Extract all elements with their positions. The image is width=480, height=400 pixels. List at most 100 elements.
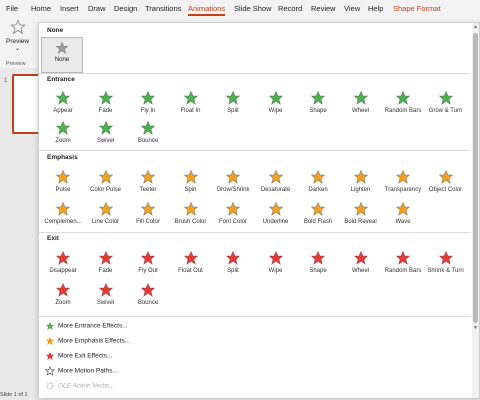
more-entrance-effects[interactable]: More Entrance Effects...: [45, 321, 128, 331]
effect-label: Shape: [309, 268, 327, 274]
effect-label: Font Color: [218, 219, 247, 225]
effect-entrance-shape[interactable]: Shape: [296, 86, 340, 124]
tab-draw[interactable]: Draw: [88, 4, 106, 13]
exit-star-icon: [438, 250, 453, 265]
exit-star-icon: [353, 250, 368, 265]
effect-entrance-zoom[interactable]: Zoom: [41, 116, 85, 154]
emphasis-star-icon: [395, 201, 411, 216]
effect-emphasis-object-color[interactable]: Object Color: [424, 165, 468, 203]
emphasis-star-icon: [225, 169, 241, 184]
emphasis-star-icon: [225, 201, 241, 216]
scroll-down-icon[interactable]: ▼: [472, 324, 479, 332]
exit-star-icon: [98, 282, 113, 297]
tab-animations[interactable]: Animations: [188, 4, 226, 16]
effect-label: Wheel: [351, 268, 369, 274]
ole-action-verbs-label: OLE Action Verbs...: [58, 382, 115, 390]
tab-help[interactable]: Help: [368, 4, 383, 13]
more-emphasis-effects[interactable]: More Emphasis Effects...: [45, 336, 130, 346]
tab-shape-format[interactable]: Shape Format: [393, 4, 441, 13]
effect-emphasis-fill-color[interactable]: Fill Color: [126, 197, 170, 235]
more-motion-paths-label: More Motion Paths...: [58, 367, 118, 375]
section-none-header: None: [47, 27, 64, 34]
effect-emphasis-bold-reveal[interactable]: Bold Reveal: [339, 197, 383, 235]
effect-exit-swivel[interactable]: Swivel: [84, 278, 128, 316]
effect-entrance-float-in[interactable]: Float In: [169, 86, 213, 124]
effect-exit-float-out[interactable]: Float Out: [169, 246, 213, 284]
effect-emphasis-complemen[interactable]: Complemen...: [41, 197, 85, 235]
effect-label: Bold Flash: [303, 219, 333, 225]
entrance-star-icon: [45, 321, 55, 330]
effect-entrance-split[interactable]: Split: [211, 86, 255, 124]
effect-exit-shape[interactable]: Shape: [296, 246, 340, 284]
effect-emphasis-line-color[interactable]: Line Color: [84, 197, 128, 235]
effect-exit-split[interactable]: Split: [211, 246, 255, 284]
effect-emphasis-brush-color[interactable]: Brush Color: [169, 197, 213, 235]
effect-entrance-wipe[interactable]: Wipe: [254, 86, 298, 124]
effect-label: Float Out: [178, 268, 203, 274]
preview-button[interactable]: Preview: [6, 38, 29, 45]
emphasis-star-icon: [353, 201, 368, 216]
effect-exit-wipe[interactable]: Wipe: [254, 246, 298, 284]
effect-exit-zoom[interactable]: Zoom: [41, 278, 85, 316]
scroll-thumb[interactable]: [473, 33, 478, 323]
more-exit-label: More Exit Effects...: [58, 352, 113, 360]
exit-star-icon: [395, 250, 411, 265]
effect-entrance-wheel[interactable]: Wheel: [339, 86, 383, 124]
animation-gallery: None None Entrance Emphasis Exit More En…: [38, 22, 480, 399]
effect-label: Color Pulse: [89, 187, 121, 193]
emphasis-star-icon: [140, 201, 156, 216]
gallery-scrollbar[interactable]: ▲ ▼: [472, 23, 479, 398]
effect-none[interactable]: None: [41, 37, 83, 73]
tab-view[interactable]: View: [344, 4, 360, 13]
effect-label: Fly In: [140, 108, 156, 114]
effect-emphasis-bold-flash[interactable]: Bold Flash: [296, 197, 340, 235]
tab-home[interactable]: Home: [31, 4, 51, 13]
effect-exit-shrink-turn[interactable]: Shrink & Turn: [424, 246, 468, 284]
entrance-star-icon: [98, 90, 113, 105]
effect-label: Brush Color: [174, 219, 207, 225]
effect-entrance-grow-turn[interactable]: Grow & Turn: [424, 86, 468, 124]
ole-action-verbs: OLE Action Verbs...: [45, 381, 115, 391]
effect-label: Split: [227, 108, 239, 114]
effect-label: Object Color: [428, 187, 463, 193]
tab-transitions[interactable]: Transitions: [145, 4, 181, 13]
effect-exit-wheel[interactable]: Wheel: [339, 246, 383, 284]
effect-label: Underline: [262, 219, 289, 225]
section-divider: [39, 73, 471, 74]
effect-exit-bounce[interactable]: Bounce: [126, 278, 170, 316]
exit-star-icon: [98, 250, 113, 265]
entrance-star-icon: [353, 90, 368, 105]
effect-label: Darken: [308, 187, 328, 193]
emphasis-star-icon: [183, 169, 198, 184]
effect-label: Grow/Shrink: [216, 187, 250, 193]
effect-exit-random-bars[interactable]: Random Bars: [381, 246, 425, 284]
preview-star-icon[interactable]: [10, 19, 26, 35]
more-exit-effects[interactable]: More Exit Effects...: [45, 351, 112, 361]
tab-file[interactable]: File: [6, 4, 18, 13]
scroll-up-icon[interactable]: ▲: [472, 23, 479, 31]
more-emphasis-label: More Emphasis Effects...: [58, 337, 131, 345]
more-motion-paths[interactable]: More Motion Paths...: [45, 366, 118, 376]
tab-review[interactable]: Review: [311, 4, 336, 13]
effect-emphasis-font-color[interactable]: Font Color: [211, 197, 255, 235]
effect-emphasis-wave[interactable]: Wave: [381, 197, 425, 235]
effect-entrance-swivel[interactable]: Swivel: [84, 116, 128, 154]
effect-entrance-bounce[interactable]: Bounce: [126, 116, 170, 154]
effect-label: Random Bars: [384, 108, 422, 114]
effect-label: Spin: [184, 187, 197, 193]
effect-label: Wipe: [268, 268, 283, 274]
tab-slide-show[interactable]: Slide Show: [234, 4, 272, 13]
effect-label: Line Color: [91, 219, 120, 225]
slide-thumbnail[interactable]: [12, 74, 38, 134]
exit-star-icon: [268, 250, 283, 265]
entrance-star-icon: [140, 90, 156, 105]
effect-emphasis-underline[interactable]: Underline: [254, 197, 298, 235]
tab-design[interactable]: Design: [114, 4, 137, 13]
section-exit-header: Exit: [47, 235, 59, 242]
emphasis-star-icon: [438, 169, 453, 184]
preview-dropdown-icon[interactable]: ⌄: [15, 45, 20, 52]
tab-insert[interactable]: Insert: [60, 4, 79, 13]
tab-record[interactable]: Record: [278, 4, 302, 13]
effect-label: Swivel: [96, 138, 115, 144]
effect-entrance-random-bars[interactable]: Random Bars: [381, 86, 425, 124]
